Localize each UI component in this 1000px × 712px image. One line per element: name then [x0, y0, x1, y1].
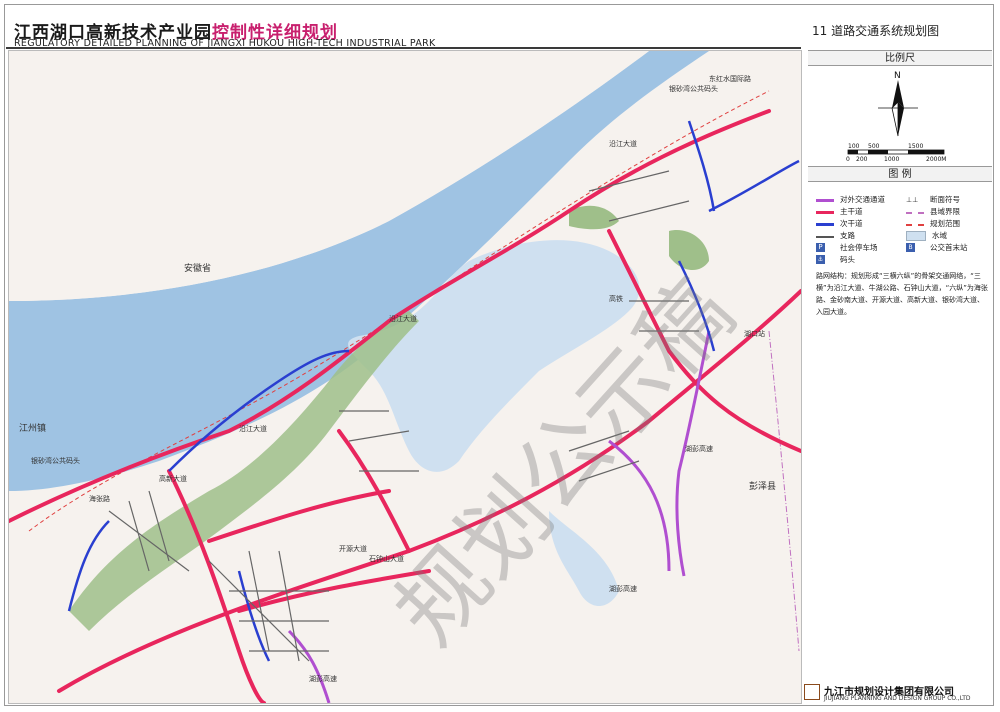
north-arrow-icon: N 100 500 1500 0 200 1000 2000M — [846, 71, 946, 163]
legend-item-local-road: 支路 — [816, 230, 855, 241]
scale-tick-bottom-1: 0 — [846, 156, 850, 163]
label-pier-2: 银砂湾公共码头 — [669, 84, 718, 93]
label-yanjiang-3: 沿江大道 — [239, 424, 267, 433]
legend-label: 公交首末站 — [930, 243, 968, 252]
legend-label: 码头 — [840, 255, 855, 264]
legend: 对外交通通道 主干道 次干道 支路 P 社会停车场 ⚓ 码头 ⊥⊥ 断面符号 县域界限… — [808, 182, 992, 392]
label-shizhongshan: 石钟山大道 — [369, 554, 404, 563]
legend-item-boundary: 规划范围 — [906, 218, 960, 229]
label-pier-1: 银砂湾公共码头 — [31, 456, 80, 465]
scale-tick-top-3: 1500 — [908, 143, 923, 150]
legend-label: 断面符号 — [930, 195, 960, 204]
north-label: N — [894, 71, 901, 81]
parking-icon: P — [816, 243, 825, 252]
scale-tick-top-1: 100 — [848, 143, 860, 150]
label-gaotie: 高铁 — [609, 294, 623, 303]
legend-item-county: 县域界限 — [906, 206, 960, 217]
legend-item-secondary-road: 次干道 — [816, 218, 863, 229]
legend-label: 主干道 — [840, 207, 863, 216]
scale-tick-bottom-4: 2000M — [926, 156, 946, 163]
legend-item-main-road: 主干道 — [816, 206, 863, 217]
label-pengze: 彭泽县 — [749, 480, 776, 492]
map-svg: 安徽省 江州镇 彭泽县 银砂湾公共码头 银砂湾公共码头 东红水国际路 沿江大道 … — [9, 51, 801, 703]
legend-label: 水域 — [932, 231, 947, 240]
legend-label: 县域界限 — [930, 207, 960, 216]
scale-tick-bottom-2: 200 — [856, 156, 868, 163]
label-highway-1: 湖彭高速 — [685, 444, 713, 453]
label-gaoxin: 高新大道 — [159, 474, 187, 483]
legend-label: 支路 — [840, 231, 855, 240]
legend-item-parking: P 社会停车场 — [816, 242, 878, 253]
scale-title: 比例尺 — [808, 50, 992, 66]
scale-tick-bottom-3: 1000 — [884, 156, 899, 163]
label-yanjiang-1: 沿江大道 — [609, 139, 637, 148]
bus-icon: B — [906, 243, 915, 252]
label-highway-2: 湖彭高速 — [609, 584, 637, 593]
legend-item-section: ⊥⊥ 断面符号 — [906, 194, 960, 205]
label-haizhang: 海张路 — [89, 494, 110, 503]
legend-note: 路网结构：规划形成“三横六纵”的骨架交通网络，“三横”为沿江大道、牛湖公路、石钟… — [816, 272, 988, 316]
label-kaiyuan: 开源大道 — [339, 544, 367, 553]
legend-item-bus: B 公交首末站 — [906, 242, 968, 253]
section-icon: ⊥⊥ — [906, 195, 919, 204]
legend-item-pier: ⚓ 码头 — [816, 254, 855, 265]
company-en: JIUJIANG PLANNING AND DESIGN GROUP CO.,L… — [824, 695, 971, 702]
scale-tick-top-2: 500 — [868, 143, 880, 150]
company-logo-icon — [804, 684, 820, 700]
map-canvas[interactable]: 安徽省 江州镇 彭泽县 银砂湾公共码头 银砂湾公共码头 东红水国际路 沿江大道 … — [8, 50, 802, 704]
label-dongfeng: 东红水国际路 — [709, 74, 751, 83]
scale-bar — [847, 149, 945, 155]
legend-label: 规划范围 — [930, 219, 960, 228]
footer: 九江市规划设计集团有限公司 JIUJIANG PLANNING AND DESI… — [804, 682, 994, 704]
legend-item-external: 对外交通通道 — [816, 194, 885, 205]
scale-box: N 100 500 1500 0 200 1000 2000M — [808, 66, 992, 168]
right-panel: 比例尺 N 100 500 1500 0 200 1000 2000M 图 例 … — [808, 50, 992, 702]
legend-label: 对外交通通道 — [840, 195, 885, 204]
sheet-title: 11 道路交通系统规划图 — [812, 24, 940, 38]
label-anhui: 安徽省 — [184, 262, 211, 274]
legend-label: 次干道 — [840, 219, 863, 228]
pier-icon: ⚓ — [816, 255, 825, 264]
title-rule — [6, 47, 801, 49]
legend-title: 图 例 — [808, 166, 992, 182]
legend-label: 社会停车场 — [840, 243, 878, 252]
label-highway-3: 湖彭高速 — [309, 674, 337, 683]
label-jiangzhou: 江州镇 — [19, 422, 46, 434]
label-yanjiang-2: 沿江大道 — [389, 314, 417, 323]
legend-item-water: 水域 — [906, 230, 947, 241]
